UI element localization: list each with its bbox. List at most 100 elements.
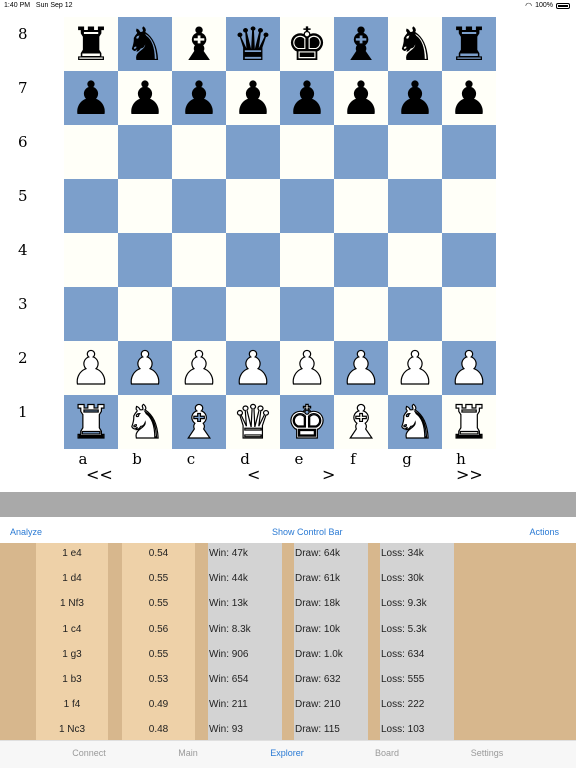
analyze-button[interactable]: Analyze xyxy=(10,527,42,537)
square-h8[interactable]: ♜ xyxy=(442,17,496,71)
show-control-bar-button[interactable]: Show Control Bar xyxy=(272,527,343,537)
square-h2[interactable]: ♟ xyxy=(442,340,496,396)
piece-f7[interactable]: ♟ xyxy=(340,71,381,125)
chess-board[interactable]: ♜ ♞ ♝ ♛ ♚ ♝ ♞ ♜ ♟ ♟ ♟ ♟ ♟ ♟ ♟ ♟ ♟ ♟ ♟ ♟ ♟ ♟ ♟ ♟ ♜ ♞ ♝ ♛ ♚ ♝ ♞ ♜ xyxy=(64,17,496,450)
piece-e8[interactable]: ♚ xyxy=(286,17,327,71)
square-g2[interactable]: ♟ xyxy=(388,340,442,396)
square-f8[interactable]: ♝ xyxy=(334,17,388,71)
square-b3[interactable] xyxy=(118,287,172,341)
square-f7[interactable]: ♟ xyxy=(334,71,388,125)
move-cell[interactable]: 1 c4 xyxy=(36,617,108,642)
square-f5[interactable] xyxy=(334,179,388,233)
move-cell[interactable]: 1 b3 xyxy=(36,667,108,692)
piece-f8[interactable]: ♝ xyxy=(340,17,381,71)
square-b7[interactable]: ♟ xyxy=(118,71,172,125)
square-h5[interactable] xyxy=(442,179,496,233)
explorer-table[interactable]: 1 e4 0.54 Win: 47k Draw: 64k Loss: 34k 1 d4 0.… xyxy=(0,543,576,740)
square-c5[interactable] xyxy=(172,179,226,233)
piece-c2[interactable]: ♟ xyxy=(178,340,220,395)
tab-board[interactable]: Board xyxy=(347,748,427,758)
piece-b7[interactable]: ♟ xyxy=(124,71,165,125)
square-g1[interactable]: ♞ xyxy=(388,394,442,450)
move-cell[interactable]: 1 e4 xyxy=(36,543,108,566)
piece-f1[interactable]: ♝ xyxy=(340,394,382,449)
square-h1[interactable]: ♜ xyxy=(442,394,496,450)
square-e7[interactable]: ♟ xyxy=(280,71,334,125)
square-a7[interactable]: ♟ xyxy=(64,71,118,125)
piece-d1[interactable]: ♛ xyxy=(232,394,274,449)
next-move-button[interactable]: > xyxy=(322,465,335,484)
square-e8[interactable]: ♚ xyxy=(280,17,334,71)
piece-b2[interactable]: ♟ xyxy=(124,340,166,395)
square-a5[interactable] xyxy=(64,179,118,233)
square-c4[interactable] xyxy=(172,233,226,287)
piece-h8[interactable]: ♜ xyxy=(448,17,489,71)
square-d2[interactable]: ♟ xyxy=(226,340,280,396)
piece-a2[interactable]: ♟ xyxy=(70,340,112,395)
piece-a8[interactable]: ♜ xyxy=(70,17,111,71)
square-a4[interactable] xyxy=(64,233,118,287)
square-e5[interactable] xyxy=(280,179,334,233)
piece-e2[interactable]: ♟ xyxy=(286,340,328,395)
tab-settings[interactable]: Settings xyxy=(447,748,527,758)
square-d6[interactable] xyxy=(226,125,280,179)
square-b6[interactable] xyxy=(118,125,172,179)
tab-main[interactable]: Main xyxy=(148,748,228,758)
square-f4[interactable] xyxy=(334,233,388,287)
piece-g2[interactable]: ♟ xyxy=(394,340,436,395)
piece-b1[interactable]: ♞ xyxy=(124,394,166,449)
square-d5[interactable] xyxy=(226,179,280,233)
square-c7[interactable]: ♟ xyxy=(172,71,226,125)
piece-d8[interactable]: ♛ xyxy=(232,17,273,71)
square-c3[interactable] xyxy=(172,287,226,341)
piece-h2[interactable]: ♟ xyxy=(448,340,490,395)
previous-move-button[interactable]: < xyxy=(247,465,260,484)
piece-a7[interactable]: ♟ xyxy=(70,71,111,125)
square-h3[interactable] xyxy=(442,287,496,341)
square-g7[interactable]: ♟ xyxy=(388,71,442,125)
piece-b8[interactable]: ♞ xyxy=(124,17,165,71)
square-e6[interactable] xyxy=(280,125,334,179)
tab-connect[interactable]: Connect xyxy=(49,748,129,758)
square-e2[interactable]: ♟ xyxy=(280,340,334,396)
piece-h1[interactable]: ♜ xyxy=(448,394,490,449)
move-cell[interactable]: 1 f4 xyxy=(36,692,108,717)
square-d3[interactable] xyxy=(226,287,280,341)
square-b1[interactable]: ♞ xyxy=(118,394,172,450)
square-g3[interactable] xyxy=(388,287,442,341)
square-b8[interactable]: ♞ xyxy=(118,17,172,71)
piece-c1[interactable]: ♝ xyxy=(178,394,220,449)
piece-d2[interactable]: ♟ xyxy=(232,340,274,395)
piece-c8[interactable]: ♝ xyxy=(178,17,219,71)
piece-g7[interactable]: ♟ xyxy=(394,71,435,125)
square-d4[interactable] xyxy=(226,233,280,287)
piece-e7[interactable]: ♟ xyxy=(286,71,327,125)
last-move-button[interactable]: >> xyxy=(456,465,483,484)
square-b2[interactable]: ♟ xyxy=(118,340,172,396)
square-a3[interactable] xyxy=(64,287,118,341)
square-d1[interactable]: ♛ xyxy=(226,394,280,450)
square-a1[interactable]: ♜ xyxy=(64,394,118,450)
square-c8[interactable]: ♝ xyxy=(172,17,226,71)
square-f2[interactable]: ♟ xyxy=(334,340,388,396)
piece-e1[interactable]: ♚ xyxy=(286,394,328,449)
piece-a1[interactable]: ♜ xyxy=(70,394,112,449)
piece-h7[interactable]: ♟ xyxy=(448,71,489,125)
move-cell[interactable]: 1 d4 xyxy=(36,566,108,591)
square-c2[interactable]: ♟ xyxy=(172,340,226,396)
square-c6[interactable] xyxy=(172,125,226,179)
move-cell[interactable]: 1 Nf3 xyxy=(36,591,108,616)
piece-g1[interactable]: ♞ xyxy=(394,394,436,449)
piece-c7[interactable]: ♟ xyxy=(178,71,219,125)
square-d7[interactable]: ♟ xyxy=(226,71,280,125)
actions-button[interactable]: Actions xyxy=(529,527,559,537)
piece-d7[interactable]: ♟ xyxy=(232,71,273,125)
square-g4[interactable] xyxy=(388,233,442,287)
square-b5[interactable] xyxy=(118,179,172,233)
piece-f2[interactable]: ♟ xyxy=(340,340,382,395)
square-h4[interactable] xyxy=(442,233,496,287)
square-a6[interactable] xyxy=(64,125,118,179)
square-f1[interactable]: ♝ xyxy=(334,394,388,450)
square-a2[interactable]: ♟ xyxy=(64,340,118,396)
square-e1[interactable]: ♚ xyxy=(280,394,334,450)
